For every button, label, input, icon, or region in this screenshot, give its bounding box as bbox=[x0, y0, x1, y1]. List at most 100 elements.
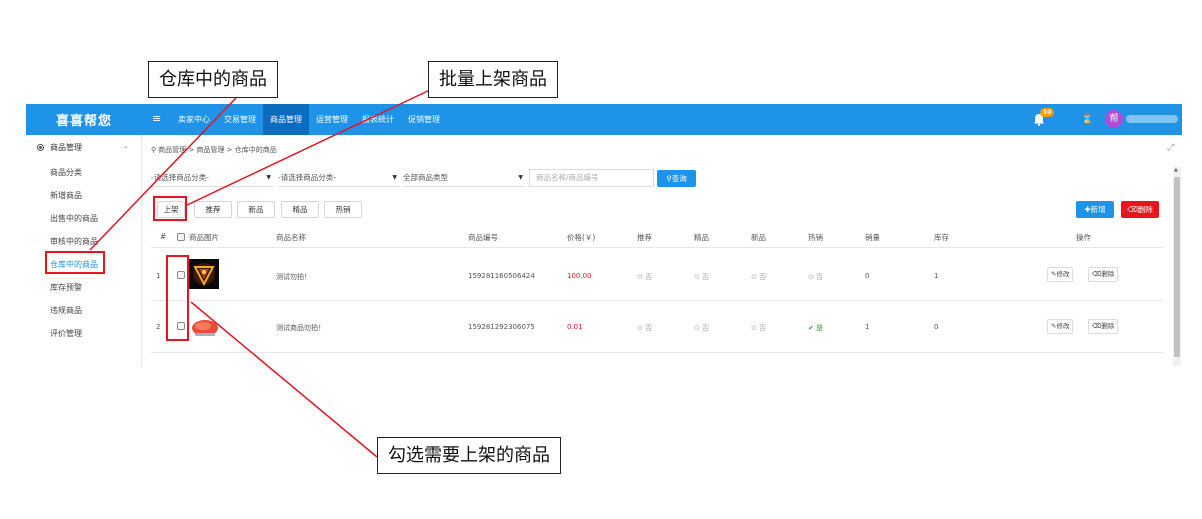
location-pin-icon: ⚲ bbox=[151, 146, 157, 154]
delete-label: 删除 bbox=[1101, 322, 1115, 330]
notification-badge: 10 bbox=[1040, 108, 1055, 117]
col-hot: 热销 bbox=[808, 233, 823, 242]
edit-button[interactable]: ✎修改 bbox=[1047, 267, 1074, 282]
username-placeholder[interactable] bbox=[1126, 115, 1178, 123]
table-row: 1 测试勿拍！ 159281160506424 100.00 ⊙ 否 ⊙ 否 ⊙… bbox=[151, 249, 1163, 301]
recommend-status[interactable]: ⊙ 否 bbox=[637, 272, 652, 282]
nav-product-management[interactable]: 商品管理 bbox=[263, 104, 309, 135]
sidebar-item-new-product[interactable]: 新增商品 bbox=[26, 184, 142, 207]
product-thumbnail bbox=[189, 311, 219, 341]
stock-count: 0 bbox=[934, 323, 939, 331]
callout-select-products: 勾选需要上架的商品 bbox=[377, 437, 561, 474]
table-row: 2 测试商品勿拍！ 159281292306075 0.01 ⊙ 否 ⊙ 否 ⊙… bbox=[151, 301, 1163, 353]
top-nav: 卖家中心 交易管理 商品管理 运营管理 报表统计 促销管理 bbox=[171, 104, 447, 135]
col-stock: 库存 bbox=[934, 233, 949, 242]
product-price: 0.01 bbox=[567, 323, 583, 331]
callout-warehouse: 仓库中的商品 bbox=[148, 61, 278, 98]
delete-button[interactable]: ⌫删除 bbox=[1088, 267, 1119, 282]
nav-trade-management[interactable]: 交易管理 bbox=[217, 104, 263, 135]
highlight-shelve-button bbox=[153, 196, 187, 221]
breadcrumb-text: 商品管理 > 商品管理 > 仓库中的商品 bbox=[158, 146, 277, 154]
main-content: ⚲ 商品管理 > 商品管理 > 仓库中的商品 ⤢ -请选择商品分类- ▼ -请选择… bbox=[142, 135, 1182, 366]
search-input[interactable]: 商品名称/商品编号 bbox=[529, 169, 654, 187]
sidebar-section-products[interactable]: 商品管理 ⌄ bbox=[26, 141, 142, 155]
hot-status-text: 是 bbox=[816, 324, 824, 332]
recommend-status[interactable]: ⊙ 否 bbox=[637, 323, 652, 333]
product-name: 测试商品勿拍！ bbox=[276, 324, 325, 332]
trash-icon: ⌫ bbox=[1092, 270, 1102, 278]
category-select-1[interactable]: -请选择商品分类- ▼ bbox=[151, 169, 273, 187]
product-name: 测试勿拍！ bbox=[276, 273, 311, 281]
edit-button[interactable]: ✎修改 bbox=[1047, 319, 1074, 334]
query-button[interactable]: ⚲查询 bbox=[657, 170, 696, 187]
hot-status[interactable]: ⊙ 否 bbox=[808, 272, 823, 282]
nav-promotion-management[interactable]: 促销管理 bbox=[401, 104, 447, 135]
scrollbar-thumb[interactable] bbox=[1174, 177, 1180, 357]
category-select-2-value: -请选择商品分类- bbox=[278, 173, 336, 182]
new-status-text: 否 bbox=[759, 273, 767, 281]
category-select-1-value: -请选择商品分类- bbox=[151, 173, 209, 182]
nav-operations-management[interactable]: 运营管理 bbox=[309, 104, 355, 135]
highlight-row-checkboxes bbox=[166, 255, 189, 341]
stock-count: 1 bbox=[934, 272, 939, 280]
sidebar-item-stock-alert[interactable]: 库存预警 bbox=[26, 276, 142, 299]
hot-button[interactable]: 热销 bbox=[324, 201, 362, 218]
scroll-up-arrow-icon[interactable]: ▲ bbox=[1174, 167, 1178, 173]
row-index: 1 bbox=[156, 272, 161, 280]
col-sales: 销量 bbox=[865, 233, 880, 242]
type-select-value: 全部商品类型 bbox=[403, 173, 448, 182]
admin-app: 喜喜帮您 ≡ 卖家中心 交易管理 商品管理 运营管理 报表统计 促销管理 10 … bbox=[26, 104, 1182, 366]
fine-status[interactable]: ⊙ 否 bbox=[694, 272, 709, 282]
chevron-down-icon: ⌄ bbox=[123, 142, 129, 150]
loading-icon: ⌛ bbox=[1081, 114, 1094, 125]
sidebar-item-reviews[interactable]: 评价管理 bbox=[26, 322, 142, 345]
dropdown-arrow-icon: ▼ bbox=[392, 174, 397, 181]
callout-batch-shelve: 批量上架商品 bbox=[428, 61, 558, 98]
category-select-2[interactable]: -请选择商品分类- ▼ bbox=[278, 169, 399, 187]
col-index: # bbox=[160, 232, 167, 241]
product-thumbnail bbox=[189, 259, 219, 289]
circle-icon: ⊙ bbox=[694, 273, 703, 281]
top-bar: 喜喜帮您 ≡ 卖家中心 交易管理 商品管理 运营管理 报表统计 促销管理 10 … bbox=[26, 104, 1182, 135]
recommend-button[interactable]: 推荐 bbox=[194, 201, 232, 218]
check-circle-icon: ✔ bbox=[808, 324, 817, 332]
nav-seller-center[interactable]: 卖家中心 bbox=[171, 104, 217, 135]
nav-report-statistics[interactable]: 报表统计 bbox=[355, 104, 401, 135]
hot-status[interactable]: ✔ 是 bbox=[808, 323, 823, 333]
delete-label: 删除 bbox=[1137, 205, 1153, 214]
sidebar-item-on-sale[interactable]: 出售中的商品 bbox=[26, 207, 142, 230]
avatar[interactable]: 帮 bbox=[1105, 110, 1123, 128]
breadcrumb: ⚲ 商品管理 > 商品管理 > 仓库中的商品 bbox=[151, 145, 277, 155]
circle-icon: ⊙ bbox=[751, 324, 760, 332]
trash-icon: ⌫ bbox=[1092, 322, 1102, 330]
hamburger-icon[interactable]: ≡ bbox=[152, 112, 161, 126]
new-button[interactable]: 新品 bbox=[237, 201, 275, 218]
fullscreen-icon[interactable]: ⤢ bbox=[1167, 143, 1174, 153]
col-new: 新品 bbox=[751, 233, 766, 242]
product-code: 159281292306075 bbox=[468, 323, 535, 331]
select-all-checkbox[interactable] bbox=[177, 233, 185, 241]
new-status[interactable]: ⊙ 否 bbox=[751, 272, 766, 282]
sidebar-item-under-review[interactable]: 审核中的商品 bbox=[26, 230, 142, 253]
type-select[interactable]: 全部商品类型 ▼ bbox=[403, 169, 525, 187]
add-product-button[interactable]: ✚新增 bbox=[1076, 201, 1114, 218]
fine-button[interactable]: 精品 bbox=[281, 201, 319, 218]
new-status-text: 否 bbox=[759, 324, 767, 332]
dropdown-arrow-icon: ▼ bbox=[518, 174, 523, 181]
sidebar-item-categories[interactable]: 商品分类 bbox=[26, 161, 142, 184]
highlight-warehouse-item bbox=[45, 251, 105, 274]
brand-logo: 喜喜帮您 bbox=[55, 114, 112, 129]
col-price: 价格(￥) bbox=[567, 233, 596, 242]
fine-status[interactable]: ⊙ 否 bbox=[694, 323, 709, 333]
circle-icon: ⊙ bbox=[637, 273, 646, 281]
edit-label: 修改 bbox=[1056, 322, 1070, 330]
sidebar-item-violations[interactable]: 违规商品 bbox=[26, 299, 142, 322]
delete-button[interactable]: ⌫删除 bbox=[1088, 319, 1119, 334]
circle-icon: ⊙ bbox=[637, 324, 646, 332]
circle-icon: ⊙ bbox=[694, 324, 703, 332]
new-status[interactable]: ⊙ 否 bbox=[751, 323, 766, 333]
batch-delete-button[interactable]: ⌫删除 bbox=[1121, 201, 1159, 218]
table-header: # 商品图片 商品名称 商品编号 价格(￥) 推荐 精品 新品 热销 销量 库存… bbox=[151, 228, 1163, 248]
product-code: 159281160506424 bbox=[468, 272, 535, 280]
col-fine: 精品 bbox=[694, 233, 709, 242]
